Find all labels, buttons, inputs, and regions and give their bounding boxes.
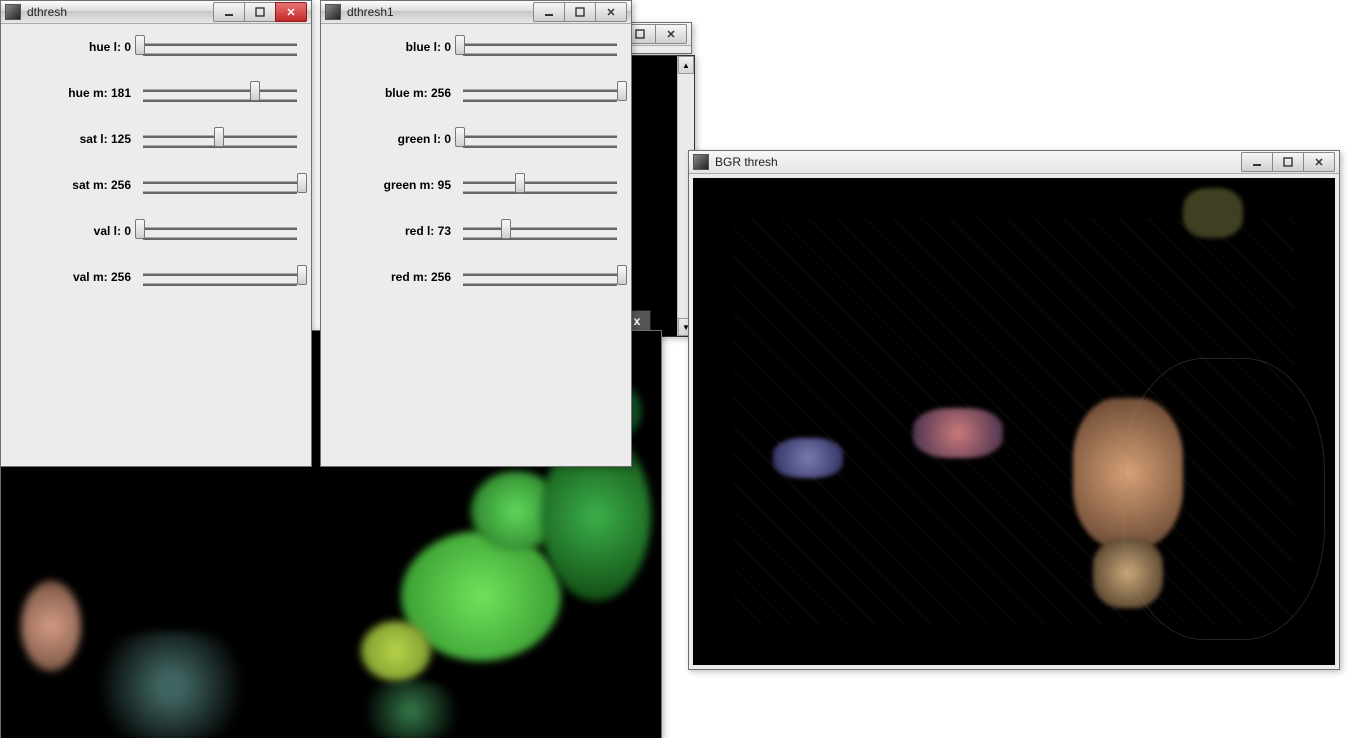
minimize-button[interactable]: [1241, 152, 1273, 172]
slider-thumb[interactable]: [617, 265, 627, 285]
dthresh-slider-label: val m: 256: [11, 270, 139, 284]
dthresh1-slider-green-l[interactable]: [459, 124, 621, 154]
dthresh1-slider-label: red m: 256: [331, 270, 459, 284]
slider-thumb[interactable]: [250, 81, 260, 101]
app-icon: [693, 154, 709, 170]
minimize-button[interactable]: [533, 2, 565, 22]
dthresh1-slider-label: blue l: 0: [331, 40, 459, 54]
dthresh1-window: dthresh1 blue l: 0 blue m: 256 green l: 0 g…: [320, 0, 632, 467]
bgr-title: BGR thresh: [715, 155, 1242, 169]
dthresh-slider-row-sat-l: sat l: 125: [1, 116, 311, 162]
dthresh1-slider-row-green-l: green l: 0: [321, 116, 631, 162]
dthresh1-title: dthresh1: [347, 5, 534, 19]
dthresh-slider-row-hue-m: hue m: 181: [1, 70, 311, 116]
dthresh1-slider-row-blue-m: blue m: 256: [321, 70, 631, 116]
dthresh-slider-hue-l[interactable]: [139, 32, 301, 62]
dthresh-slider-label: hue l: 0: [11, 40, 139, 54]
bgr-result-image: [693, 178, 1335, 665]
slider-thumb[interactable]: [515, 173, 525, 193]
dthresh-slider-row-val-l: val l: 0: [1, 208, 311, 254]
dthresh-slider-sat-m[interactable]: [139, 170, 301, 200]
slider-thumb[interactable]: [455, 127, 465, 147]
dthresh-slider-row-sat-m: sat m: 256: [1, 162, 311, 208]
dthresh1-slider-row-red-m: red m: 256: [321, 254, 631, 300]
dthresh1-slider-label: green l: 0: [331, 132, 459, 146]
maximize-button[interactable]: [564, 2, 596, 22]
dthresh-slider-val-l[interactable]: [139, 216, 301, 246]
close-button[interactable]: [595, 2, 627, 22]
dthresh-slider-sat-l[interactable]: [139, 124, 301, 154]
bgr-titlebar[interactable]: BGR thresh: [689, 151, 1339, 174]
background-black-panel: ▲ ▼: [625, 55, 695, 337]
dthresh-slider-label: sat m: 256: [11, 178, 139, 192]
maximize-button[interactable]: [1272, 152, 1304, 172]
dthresh-slider-label: hue m: 181: [11, 86, 139, 100]
dthresh1-slider-label: red l: 73: [331, 224, 459, 238]
dthresh1-slider-blue-l[interactable]: [459, 32, 621, 62]
slider-thumb[interactable]: [135, 219, 145, 239]
slider-thumb[interactable]: [297, 265, 307, 285]
close-button[interactable]: [655, 24, 687, 44]
close-button[interactable]: [275, 2, 307, 22]
dthresh1-slider-row-red-l: red l: 73: [321, 208, 631, 254]
slider-thumb[interactable]: [214, 127, 224, 147]
dthresh1-slider-label: blue m: 256: [331, 86, 459, 100]
slider-thumb[interactable]: [617, 81, 627, 101]
app-icon: [325, 4, 341, 20]
dthresh-titlebar[interactable]: dthresh: [1, 1, 311, 24]
dthresh-slider-row-val-m: val m: 256: [1, 254, 311, 300]
dthresh1-slider-row-blue-l: blue l: 0: [321, 24, 631, 70]
dthresh1-slider-red-l[interactable]: [459, 216, 621, 246]
slider-thumb[interactable]: [297, 173, 307, 193]
dthresh1-titlebar[interactable]: dthresh1: [321, 1, 631, 24]
dthresh-window: dthresh hue l: 0 hue m: 181 sat l: 125 sat …: [0, 0, 312, 467]
dthresh-slider-label: val l: 0: [11, 224, 139, 238]
dthresh-slider-val-m[interactable]: [139, 262, 301, 292]
maximize-button[interactable]: [244, 2, 276, 22]
slider-thumb[interactable]: [455, 35, 465, 55]
dthresh-window-buttons: [214, 2, 307, 22]
dthresh1-slider-blue-m[interactable]: [459, 78, 621, 108]
dthresh1-window-buttons: [534, 2, 627, 22]
scroll-up-button[interactable]: ▲: [678, 56, 694, 74]
slider-thumb[interactable]: [135, 35, 145, 55]
dthresh1-slider-label: green m: 95: [331, 178, 459, 192]
dthresh1-slider-green-m[interactable]: [459, 170, 621, 200]
dthresh1-content: blue l: 0 blue m: 256 green l: 0 green m: 9…: [321, 24, 631, 466]
slider-thumb[interactable]: [501, 219, 511, 239]
dthresh-content: hue l: 0 hue m: 181 sat l: 125 sat m: 256 va…: [1, 24, 311, 466]
dthresh1-slider-row-green-m: green m: 95: [321, 162, 631, 208]
dthresh-slider-hue-m[interactable]: [139, 78, 301, 108]
bgr-thresh-window: BGR thresh: [688, 150, 1340, 670]
minimize-button[interactable]: [213, 2, 245, 22]
dthresh-slider-row-hue-l: hue l: 0: [1, 24, 311, 70]
app-icon: [5, 4, 21, 20]
dthresh-slider-label: sat l: 125: [11, 132, 139, 146]
bgr-window-buttons: [1242, 152, 1335, 172]
dthresh1-slider-red-m[interactable]: [459, 262, 621, 292]
close-button[interactable]: [1303, 152, 1335, 172]
dthresh-title: dthresh: [27, 5, 214, 19]
